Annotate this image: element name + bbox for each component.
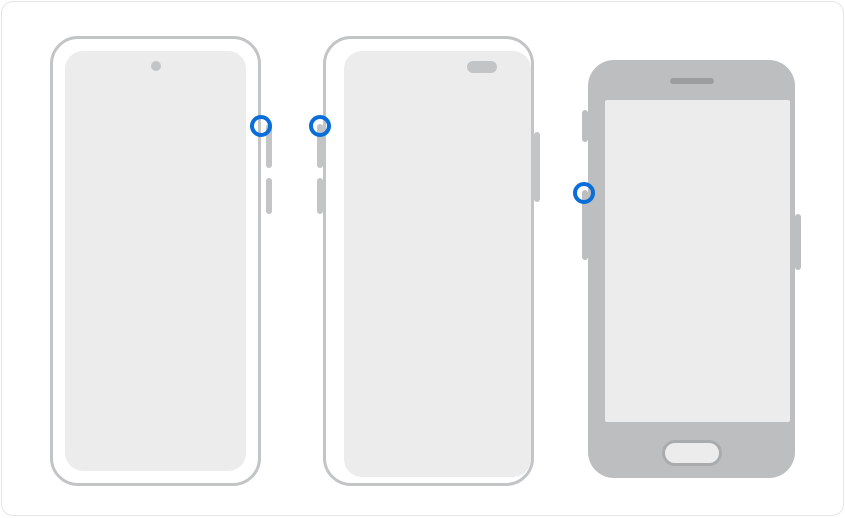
phone-a xyxy=(50,36,267,486)
highlight-circle-phone-b xyxy=(309,115,331,137)
phone-b-body xyxy=(323,36,534,486)
phone-c-body xyxy=(588,60,795,478)
phone-c-side-button-right xyxy=(795,214,801,270)
phone-c-home-button xyxy=(662,440,722,466)
highlight-circle-phone-c xyxy=(573,182,595,204)
phone-b-screen xyxy=(344,51,531,477)
phone-c xyxy=(582,60,802,478)
highlight-circle-phone-a xyxy=(250,115,272,137)
phone-a-body xyxy=(50,36,261,486)
phone-a-side-button-lower xyxy=(266,178,272,214)
phone-b-camera-pill-icon xyxy=(467,61,497,73)
phone-c-earpiece-icon xyxy=(670,78,714,84)
phone-a-camera-icon xyxy=(151,61,161,71)
phone-b-side-button-right xyxy=(534,132,540,202)
phone-a-screen xyxy=(65,51,246,471)
phone-b xyxy=(317,36,542,486)
phone-c-screen xyxy=(605,100,790,422)
diagram-frame xyxy=(1,1,844,516)
